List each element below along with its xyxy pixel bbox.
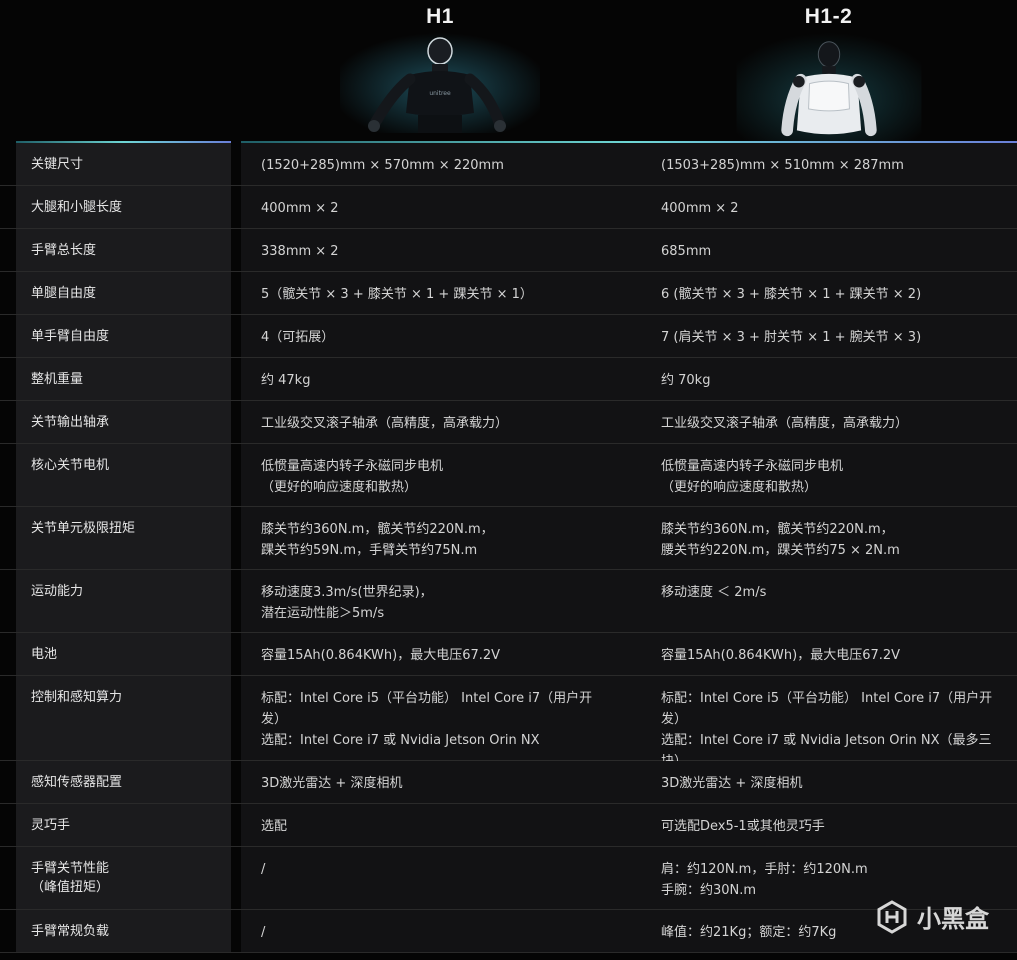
spec-value-h1-2: 约 70kg bbox=[641, 358, 1017, 400]
spec-value-h1-2: 3D激光雷达 + 深度相机 bbox=[641, 761, 1017, 803]
spec-label: 控制和感知算力 bbox=[16, 676, 231, 760]
spec-value-h1-2: 工业级交叉滚子轴承（高精度，高承载力） bbox=[641, 401, 1017, 443]
spec-label: 关节单元极限扭矩 bbox=[16, 507, 231, 569]
table-row: 整机重量约 47kg 约 70kg bbox=[0, 358, 1017, 401]
table-row: 单腿自由度 5（髋关节 × 3 + 膝关节 × 1 + 踝关节 × 1） 6 (髋关… bbox=[0, 272, 1017, 315]
spec-label: 关节输出轴承 bbox=[16, 401, 231, 443]
spec-value-h1-2: 400mm × 2 bbox=[641, 186, 1017, 228]
column-gap bbox=[231, 804, 241, 846]
table-row: 关键尺寸 (1520+285)mm × 570mm × 220mm (1503+28… bbox=[0, 143, 1017, 186]
column-gap bbox=[231, 507, 241, 569]
spec-label: 核心关节电机 bbox=[16, 444, 231, 506]
spec-label: 电池 bbox=[16, 633, 231, 675]
spec-value-h1: (1520+285)mm × 570mm × 220mm bbox=[241, 143, 641, 185]
table-row: 大腿和小腿长度 400mm × 2 400mm × 2 bbox=[0, 186, 1017, 229]
spec-value-h1: 容量15Ah(0.864KWh)，最大电压67.2V bbox=[241, 633, 641, 675]
spec-label: 灵巧手 bbox=[16, 804, 231, 846]
spec-value-h1: 工业级交叉滚子轴承（高精度，高承载力） bbox=[241, 401, 641, 443]
column-gap bbox=[231, 143, 241, 185]
spec-value-h1-2: 标配：Intel Core i5（平台功能） Intel Core i7（用户开… bbox=[641, 676, 1017, 769]
spec-value-h1-2: 7 (肩关节 × 3 + 肘关节 × 1 + 腕关节 × 3) bbox=[641, 315, 1017, 357]
column-gap bbox=[231, 186, 241, 228]
table-row: 手臂关节性能 （峰值扭矩） / 肩：约120N.m，手肘：约120N.m 手腕：约3… bbox=[0, 847, 1017, 910]
spec-label: 单手臂自由度 bbox=[16, 315, 231, 357]
spec-value-h1-2: 容量15Ah(0.864KWh)，最大电压67.2V bbox=[641, 633, 1017, 675]
table-row: 关节单元极限扭矩 膝关节约360N.m，髋关节约220N.m， 踝关节约59N.m… bbox=[0, 507, 1017, 570]
column-gap bbox=[231, 401, 241, 443]
table-row: 单手臂自由度 4（可拓展） 7 (肩关节 × 3 + 肘关节 × 1 + 腕关节 ×… bbox=[0, 315, 1017, 358]
comparison-header: H1 unitree H1-2 bbox=[0, 0, 1017, 142]
model-name-h1-2: H1-2 bbox=[804, 5, 853, 28]
xiaoheihe-logo-icon bbox=[877, 899, 907, 934]
table-row: 控制和感知算力 标配：Intel Core i5（平台功能） Intel Core… bbox=[0, 676, 1017, 769]
spec-value-h1-2: 可选配Dex5-1或其他灵巧手 bbox=[641, 804, 1017, 846]
watermark-text: 小黑盒 bbox=[917, 905, 989, 933]
svg-text:unitree: unitree bbox=[429, 90, 451, 97]
spec-value-h1: 3D激光雷达 + 深度相机 bbox=[241, 761, 641, 803]
spec-value-h1: 约 47kg bbox=[241, 358, 641, 400]
column-gap bbox=[231, 633, 241, 675]
table-row: 手臂总长度 338mm × 2 685mm bbox=[0, 229, 1017, 272]
spec-label: 关键尺寸 bbox=[16, 143, 231, 185]
spec-value-h1: 400mm × 2 bbox=[241, 186, 641, 228]
spec-label: 单腿自由度 bbox=[16, 272, 231, 314]
spec-value-h1-2: (1503+285)mm × 510mm × 287mm bbox=[641, 143, 1017, 185]
spec-label: 感知传感器配置 bbox=[16, 761, 231, 803]
table-row: 手臂常规负载 / 峰值：约21Kg；额定：约7Kg bbox=[0, 910, 1017, 953]
model-name-h1: H1 bbox=[426, 5, 454, 28]
spec-value-h1-2: 移动速度 ＜ 2m/s bbox=[641, 570, 1017, 632]
spec-value-h1: 移动速度3.3m/s(世界纪录)， 潜在运动性能＞5m/s bbox=[241, 570, 641, 632]
spec-value-h1: 选配 bbox=[241, 804, 641, 846]
spec-value-h1: 338mm × 2 bbox=[241, 229, 641, 271]
column-gap bbox=[231, 272, 241, 314]
robot-h1-image: unitree bbox=[340, 33, 540, 133]
spec-value-h1: / bbox=[241, 910, 641, 952]
spec-value-h1: 5（髋关节 × 3 + 膝关节 × 1 + 踝关节 × 1） bbox=[241, 272, 641, 314]
table-row: 电池 容量15Ah(0.864KWh)，最大电压67.2V 容量15Ah(0.864… bbox=[0, 633, 1017, 676]
watermark: 小黑盒 bbox=[875, 899, 989, 934]
model-column-h1-2: H1-2 bbox=[640, 0, 1017, 142]
spec-comparison-table: 关键尺寸 (1520+285)mm × 570mm × 220mm (1503+28… bbox=[0, 143, 1017, 953]
column-gap bbox=[231, 444, 241, 506]
spec-value-h1: 4（可拓展） bbox=[241, 315, 641, 357]
model-column-h1: H1 unitree bbox=[240, 0, 640, 142]
spec-value-h1-2: 685mm bbox=[641, 229, 1017, 271]
table-row: 灵巧手 选配 可选配Dex5-1或其他灵巧手 bbox=[0, 804, 1017, 847]
column-gap bbox=[231, 315, 241, 357]
spec-label: 手臂常规负载 bbox=[16, 910, 231, 952]
column-gap bbox=[231, 229, 241, 271]
table-row: 感知传感器配置 3D激光雷达 + 深度相机 3D激光雷达 + 深度相机 bbox=[0, 761, 1017, 804]
spec-label: 整机重量 bbox=[16, 358, 231, 400]
spec-label: 手臂关节性能 （峰值扭矩） bbox=[16, 847, 231, 909]
column-gap bbox=[231, 910, 241, 952]
column-gap bbox=[231, 570, 241, 632]
spec-value-h1-2: 低惯量高速内转子永磁同步电机 （更好的响应速度和散热） bbox=[641, 444, 1017, 506]
spec-value-h1: 标配：Intel Core i5（平台功能） Intel Core i7（用户开… bbox=[241, 676, 641, 760]
spec-value-h1: / bbox=[241, 847, 641, 909]
spec-label: 手臂总长度 bbox=[16, 229, 231, 271]
robot-h1-2-image bbox=[736, 33, 921, 142]
spec-label: 运动能力 bbox=[16, 570, 231, 632]
table-row: 关节输出轴承 工业级交叉滚子轴承（高精度，高承载力） 工业级交叉滚子轴承（高精度，高… bbox=[0, 401, 1017, 444]
spec-label: 大腿和小腿长度 bbox=[16, 186, 231, 228]
table-row: 核心关节电机 低惯量高速内转子永磁同步电机 （更好的响应速度和散热） 低惯量高速内转… bbox=[0, 444, 1017, 507]
column-gap bbox=[231, 847, 241, 909]
column-gap bbox=[231, 358, 241, 400]
spec-value-h1: 低惯量高速内转子永磁同步电机 （更好的响应速度和散热） bbox=[241, 444, 641, 506]
spec-value-h1: 膝关节约360N.m，髋关节约220N.m， 踝关节约59N.m，手臂关节约75… bbox=[241, 507, 641, 569]
table-row: 运动能力 移动速度3.3m/s(世界纪录)， 潜在运动性能＞5m/s 移动速度 ＜ … bbox=[0, 570, 1017, 633]
spec-value-h1-2: 膝关节约360N.m，髋关节约220N.m， 腰关节约220N.m，踝关节约75… bbox=[641, 507, 1017, 569]
column-gap bbox=[231, 761, 241, 803]
spec-value-h1-2: 6 (髋关节 × 3 + 膝关节 × 1 + 踝关节 × 2) bbox=[641, 272, 1017, 314]
column-gap bbox=[231, 676, 241, 760]
